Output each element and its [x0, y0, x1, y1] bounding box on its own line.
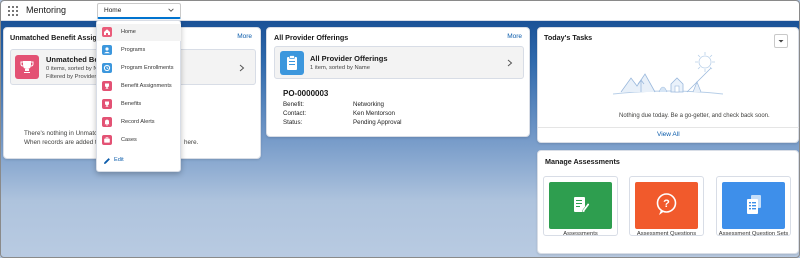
menu-item-label: Benefit Assignments — [121, 82, 172, 89]
tile-label: Assessment Question Sets — [718, 231, 789, 237]
tasks-empty-message: Nothing due today. Be a go-getter, and c… — [619, 113, 770, 119]
bell-icon — [102, 117, 112, 127]
menu-item-label: Benefits — [121, 100, 142, 107]
app-launcher-icon[interactable] — [8, 6, 18, 16]
top-nav-bar: Mentoring Home — [1, 1, 799, 21]
divider — [538, 127, 799, 128]
more-link[interactable]: More — [237, 33, 252, 40]
empty-message-line2: When records are added to — [24, 139, 101, 146]
list-view-subtitle: 0 items, sorted by N — [46, 66, 98, 72]
field-value-benefit: Networking — [353, 101, 384, 108]
empty-message-line2-end: here. — [184, 139, 199, 146]
case-icon — [102, 135, 112, 145]
tile-assessments[interactable]: Assessments — [543, 176, 618, 237]
chevron-right-icon — [239, 64, 245, 72]
tile-label: Assessments — [563, 231, 598, 237]
svg-text:?: ? — [663, 198, 670, 210]
trophy-icon — [102, 99, 112, 109]
view-all-link[interactable]: View All — [657, 131, 680, 138]
tile-assessment-question-sets[interactable]: Assessment Question Sets — [716, 176, 791, 237]
todays-tasks-card: Today's Tasks Nothing due today. Be a go… — [537, 27, 799, 143]
menu-item-record-alerts[interactable]: Record Alerts — [97, 114, 181, 131]
nav-dropdown-menu: Home Programs Program Enrollments Benefi… — [96, 20, 181, 172]
app-name: Mentoring — [26, 5, 67, 15]
question-icon: ? — [635, 182, 698, 229]
list-view-offerings[interactable]: All Provider Offerings 1 item, sorted by… — [274, 46, 524, 79]
menu-item-home[interactable]: Home — [97, 24, 181, 41]
menu-item-program-enrollments[interactable]: Program Enrollments — [97, 60, 181, 77]
menu-item-label: Programs — [121, 46, 146, 53]
field-label-contact: Contact: — [283, 110, 307, 117]
field-label-benefit: Benefit: — [283, 101, 304, 108]
trophy-icon — [15, 55, 39, 79]
menu-item-cases[interactable]: Cases — [97, 132, 181, 149]
tab-home-label: Home — [104, 7, 122, 14]
more-link[interactable]: More — [507, 33, 522, 40]
clipboard-icon — [280, 51, 304, 75]
field-label-status: Status: — [283, 119, 303, 126]
assessment-icon — [549, 182, 612, 229]
provider-offerings-card: All Provider Offerings More All Provider… — [266, 27, 530, 137]
list-view-subtitle: 1 item, sorted by Name — [310, 65, 370, 71]
field-value-status: Pending Approval — [353, 119, 402, 126]
tile-assessment-questions[interactable]: ? Assessment Questions — [629, 176, 704, 237]
record-name-link[interactable]: PO-0000003 — [283, 89, 328, 98]
card-title: All Provider Offerings — [274, 33, 349, 42]
manage-assessments-card: Manage Assessments Assessments ? Assessm… — [537, 150, 799, 254]
menu-item-benefit-assignments[interactable]: Benefit Assignments — [97, 78, 181, 95]
card-title: Manage Assessments — [545, 157, 620, 166]
question-set-icon — [722, 182, 785, 229]
menu-item-label: Program Enrollments — [121, 64, 174, 71]
enrollments-icon — [102, 63, 112, 73]
menu-item-benefits[interactable]: Benefits — [97, 96, 181, 113]
empty-message-line1: There's nothing in Unmatch — [24, 130, 101, 137]
menu-item-label: Record Alerts — [121, 118, 155, 125]
menu-item-label: Home — [121, 28, 136, 35]
tasks-dropdown-button[interactable] — [774, 34, 788, 48]
card-title: Today's Tasks — [544, 33, 593, 42]
card-title: Unmatched Benefit Assig — [10, 33, 97, 42]
tile-label: Assessment Questions — [636, 231, 697, 237]
empty-tasks-illustration — [613, 52, 723, 95]
menu-item-programs[interactable]: Programs — [97, 42, 181, 59]
chevron-right-icon — [507, 59, 513, 67]
list-view-title: Unmatched Be — [46, 55, 99, 64]
trophy-icon — [102, 81, 112, 91]
app-frame: Mentoring Home Unmatched Benefit Assig M… — [0, 0, 800, 258]
field-value-contact[interactable]: Ken Mentorson — [353, 110, 395, 117]
menu-item-edit[interactable]: Edit — [97, 154, 181, 168]
programs-icon — [102, 45, 112, 55]
caret-down-icon — [778, 40, 784, 43]
list-view-title: All Provider Offerings — [310, 54, 388, 63]
menu-edit-label: Edit — [114, 157, 124, 163]
list-view-filter: Filtered by Provider — [46, 74, 97, 80]
tab-home[interactable]: Home — [97, 3, 181, 19]
menu-item-label: Cases — [121, 136, 137, 143]
chevron-down-icon[interactable] — [167, 6, 175, 14]
pencil-icon — [104, 158, 110, 164]
home-icon — [102, 27, 112, 37]
